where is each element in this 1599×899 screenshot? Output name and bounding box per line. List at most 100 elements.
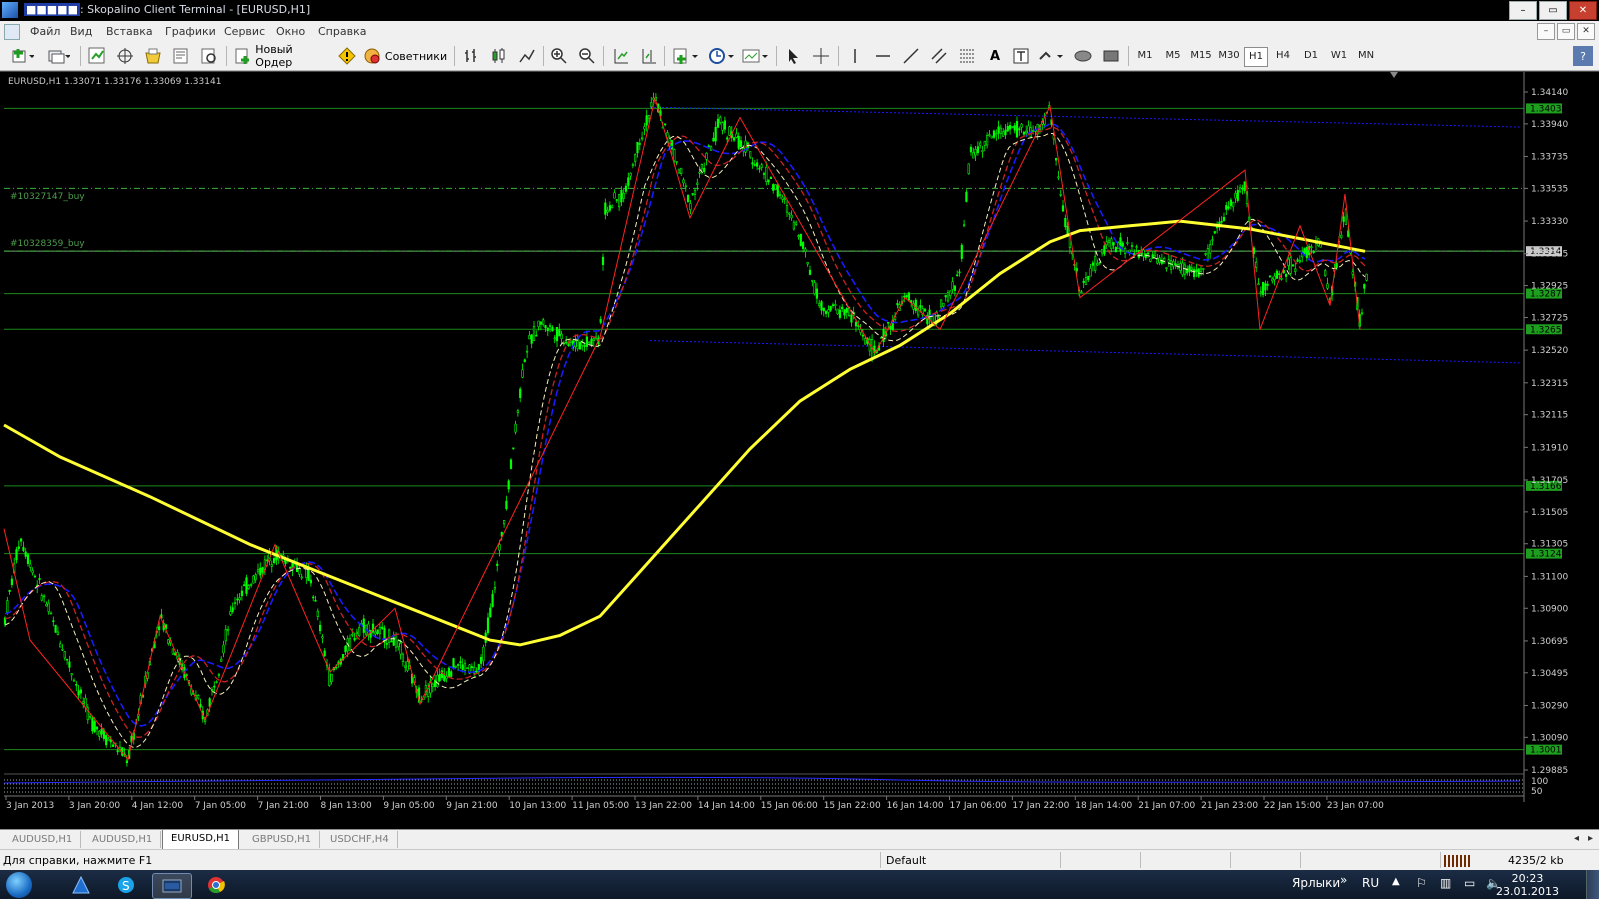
crosshair-icon[interactable] bbox=[810, 46, 832, 66]
show-desktop-button[interactable] bbox=[1586, 870, 1599, 899]
zoom-in-icon[interactable] bbox=[548, 46, 570, 66]
line-chart-icon[interactable] bbox=[516, 46, 538, 66]
document-icon[interactable] bbox=[4, 24, 20, 40]
menu-window[interactable]: Окно bbox=[276, 25, 305, 38]
candle-body bbox=[992, 130, 996, 138]
new-order-button[interactable]: Новый Ордер bbox=[234, 43, 330, 69]
skype-app-icon[interactable]: S bbox=[107, 873, 145, 897]
rectangle-icon[interactable] bbox=[1100, 46, 1122, 66]
mdi-minimize-button[interactable]: – bbox=[1537, 23, 1555, 40]
timeframe-d1[interactable]: D1 bbox=[1300, 47, 1322, 65]
flag-icon[interactable]: ⚐ bbox=[1416, 876, 1427, 890]
menu-view[interactable]: Вид bbox=[70, 25, 92, 38]
chart-window[interactable]: 1.34037 1.33141 1.32875 1.32651 1.31668 1.312… bbox=[0, 71, 1599, 830]
arrows-button[interactable] bbox=[1036, 46, 1068, 66]
tab-scroll-right-icon[interactable]: ▸ bbox=[1588, 833, 1593, 844]
candle-body bbox=[737, 135, 740, 149]
channel-line bbox=[649, 106, 1521, 128]
toolbar-label[interactable]: Ярлыки bbox=[1292, 876, 1340, 890]
timeframe-h4[interactable]: H4 bbox=[1272, 47, 1294, 65]
mdi-close-button[interactable]: ✕ bbox=[1577, 23, 1595, 40]
toolbar-expand-icon[interactable]: » bbox=[1340, 873, 1347, 887]
help-icon[interactable]: ? bbox=[1573, 46, 1593, 66]
timeframe-m5[interactable]: M5 bbox=[1162, 47, 1184, 65]
bar-chart-icon[interactable] bbox=[460, 46, 482, 66]
timeframe-m15[interactable]: M15 bbox=[1188, 47, 1214, 65]
strategy-tester-icon[interactable] bbox=[170, 46, 192, 66]
price-chart[interactable]: 1.340371.331411.328751.326511.316681.312… bbox=[0, 72, 1599, 830]
terminal-icon[interactable] bbox=[142, 46, 164, 66]
auto-scroll-icon[interactable] bbox=[610, 46, 632, 66]
text-label-icon[interactable] bbox=[1010, 46, 1032, 66]
market-watch-icon[interactable] bbox=[86, 46, 108, 66]
chart-tab[interactable]: GBPUSD,H1 bbox=[244, 831, 321, 848]
chrome-app-icon[interactable] bbox=[197, 873, 235, 897]
menu-insert[interactable]: Вставка bbox=[106, 25, 153, 38]
candle-body bbox=[1273, 275, 1276, 281]
menu-help[interactable]: Справка bbox=[318, 25, 366, 38]
candle-body bbox=[537, 320, 540, 328]
text-icon[interactable]: A bbox=[984, 46, 1006, 66]
zoom-out-icon[interactable] bbox=[576, 46, 598, 66]
menu-tools[interactable]: Сервис bbox=[224, 25, 265, 38]
zoom-search-icon[interactable] bbox=[198, 46, 220, 66]
timeframe-h1[interactable]: H1 bbox=[1244, 47, 1268, 67]
chart-tab[interactable]: USDCHF,H4 bbox=[322, 831, 398, 848]
candle-body bbox=[709, 146, 713, 151]
candle-body bbox=[1025, 130, 1028, 134]
ellipse-icon[interactable] bbox=[1072, 46, 1094, 66]
alert-icon[interactable] bbox=[336, 46, 358, 66]
terminal-window-app-icon[interactable] bbox=[152, 873, 192, 899]
candle-body bbox=[406, 661, 409, 671]
templates-button[interactable] bbox=[740, 46, 774, 66]
restore-button[interactable]: ▭ bbox=[1539, 1, 1567, 20]
clock[interactable]: 20:23 23.01.2013 bbox=[1496, 872, 1559, 898]
tray-expand-icon[interactable]: ▲ bbox=[1392, 876, 1400, 887]
candle-body bbox=[1202, 268, 1205, 270]
chart-tab[interactable]: AUDUSD,H1 bbox=[4, 831, 82, 848]
candle-body bbox=[1002, 131, 1005, 137]
chart-shift-icon[interactable] bbox=[638, 46, 660, 66]
candle-body bbox=[1264, 283, 1267, 291]
minimize-button[interactable]: – bbox=[1509, 1, 1537, 20]
timeframe-w1[interactable]: W1 bbox=[1328, 47, 1350, 65]
experts-button[interactable]: Советники bbox=[362, 46, 448, 66]
periods-button[interactable] bbox=[706, 46, 740, 66]
tab-scroll-left-icon[interactable]: ◂ bbox=[1574, 833, 1579, 844]
timeframe-m30[interactable]: M30 bbox=[1216, 47, 1242, 65]
close-button[interactable]: ✕ bbox=[1569, 1, 1597, 20]
timeframe-m1[interactable]: M1 bbox=[1134, 47, 1156, 65]
candle-body bbox=[1234, 192, 1237, 199]
candle-body bbox=[376, 629, 379, 634]
battery-icon[interactable]: ▭ bbox=[1464, 876, 1475, 890]
candle-body bbox=[1055, 157, 1058, 161]
candle-body bbox=[680, 167, 683, 174]
candle-body bbox=[220, 658, 223, 662]
cursor-icon[interactable] bbox=[782, 46, 804, 66]
candle-body bbox=[640, 137, 644, 140]
network-icon[interactable]: ▥ bbox=[1440, 876, 1451, 890]
menu-file[interactable]: Файл bbox=[30, 25, 60, 38]
chart-tab-active[interactable]: EURUSD,H1 bbox=[162, 830, 240, 850]
profiles-icon[interactable] bbox=[44, 46, 74, 66]
candle-body bbox=[999, 127, 1002, 134]
candle-body bbox=[461, 664, 464, 670]
start-button-icon[interactable] bbox=[6, 872, 32, 898]
horizontal-line-icon[interactable] bbox=[872, 46, 894, 66]
equidistant-channel-icon[interactable] bbox=[928, 46, 950, 66]
candle-body bbox=[15, 549, 18, 561]
language-indicator[interactable]: RU bbox=[1362, 876, 1379, 890]
candle-body bbox=[98, 730, 101, 737]
menu-charts[interactable]: Графики bbox=[165, 25, 216, 38]
timeframe-mn[interactable]: MN bbox=[1354, 47, 1378, 65]
navigator-icon[interactable] bbox=[114, 46, 136, 66]
candlestick-chart-icon[interactable] bbox=[488, 46, 510, 66]
mdi-restore-button[interactable]: ▭ bbox=[1557, 23, 1575, 40]
chart-tab[interactable]: AUDUSD,H1 bbox=[84, 831, 162, 848]
indicators-button[interactable] bbox=[670, 46, 704, 66]
fibonacci-icon[interactable] bbox=[956, 46, 978, 66]
vertical-line-icon[interactable] bbox=[844, 46, 866, 66]
new-chart-icon[interactable] bbox=[8, 46, 38, 66]
metatrader-app-icon[interactable] bbox=[62, 873, 100, 897]
trendline-icon[interactable] bbox=[900, 46, 922, 66]
